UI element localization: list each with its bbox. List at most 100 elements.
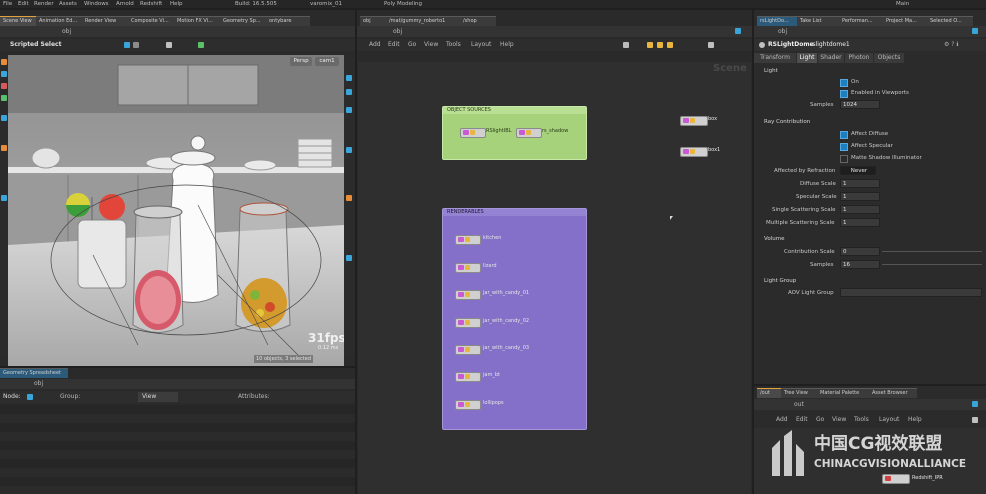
tool-scale-icon[interactable] (1, 95, 7, 101)
network-path[interactable]: obj (393, 28, 402, 36)
object-sources-netbox[interactable]: OBJECT SOURCES RSlightIBL rs_shadow (442, 106, 587, 160)
parm-path[interactable]: obj (778, 28, 787, 36)
out-menu-help[interactable]: Help (908, 416, 922, 424)
display-lights-icon[interactable] (346, 75, 352, 81)
affect-specular-checkbox[interactable] (840, 143, 848, 151)
subtab-light[interactable]: Light (797, 53, 817, 63)
menu-windows[interactable]: Windows (84, 0, 109, 8)
samples-field[interactable]: 1024 (840, 100, 880, 109)
node-lizard[interactable] (455, 263, 481, 273)
tab-render-view[interactable]: Render View (82, 16, 132, 26)
spreadsheet-table[interactable] (0, 405, 355, 494)
view-button[interactable]: View (138, 392, 178, 402)
subtab-shader[interactable]: Shader (818, 53, 844, 63)
node-kitchen[interactable] (455, 235, 481, 245)
desktop-select[interactable]: Poly Modeling (384, 0, 422, 8)
camera-menu[interactable]: cam1 (315, 57, 339, 66)
node-jar-02[interactable] (455, 318, 481, 328)
out-menu-go[interactable]: Go (816, 416, 824, 424)
display-icon[interactable] (198, 42, 204, 48)
tab-motion-fx[interactable]: Motion FX Vi... (174, 16, 224, 26)
tool-rotate-icon[interactable] (1, 83, 7, 89)
node-jam-bt[interactable] (455, 372, 481, 382)
tab-network-shop[interactable]: /shop (460, 16, 496, 26)
out-menu-tools[interactable]: Tools (854, 416, 869, 424)
parm-link-icon[interactable] (972, 28, 978, 34)
tool-view-icon[interactable] (1, 195, 7, 201)
node-jar-03[interactable] (455, 345, 481, 355)
node-box1[interactable] (680, 147, 708, 157)
tool-select-icon[interactable] (1, 59, 7, 65)
menu-render[interactable]: Render (34, 0, 54, 8)
diffuse-scale-field[interactable]: 1 (840, 179, 880, 188)
display-ghost-icon[interactable] (346, 107, 352, 113)
out-menu-view[interactable]: View (832, 416, 846, 424)
network-sticky-icon[interactable] (647, 42, 653, 48)
node-rslightibl[interactable] (460, 128, 486, 138)
out-menu-edit[interactable]: Edit (796, 416, 808, 424)
menu-file[interactable]: File (3, 0, 12, 8)
network-editor[interactable]: Scene OBJECT SOURCES RSlightIBL rs_shado… (358, 62, 751, 494)
affected-by-refraction-menu[interactable]: Never (840, 166, 876, 175)
aov-light-group-field[interactable] (840, 288, 982, 297)
tab-composite-view[interactable]: Composite Vi... (128, 16, 178, 26)
out-menu-add[interactable]: Add (776, 416, 788, 424)
network-layout-icon[interactable] (667, 42, 673, 48)
3d-viewport[interactable]: Persp cam1 31fps 0.12 ms 10 objects, 3 s… (8, 55, 344, 366)
tab-performance[interactable]: Performan... (839, 16, 887, 26)
network-menu-tools[interactable]: Tools (446, 41, 461, 49)
node-jar-01[interactable] (455, 290, 481, 300)
contribution-slider[interactable] (882, 251, 982, 252)
spreadsheet-path[interactable]: obj (34, 380, 43, 388)
network-menu-view[interactable]: View (424, 41, 438, 49)
tab-extra[interactable]: ontybare (266, 16, 310, 26)
tab-geometry-spreadsheet-bottom[interactable]: Geometry Spreadsheet (0, 368, 68, 378)
persp-menu[interactable]: Persp (290, 57, 312, 66)
tab-animation-editor[interactable]: Animation Ed... (36, 16, 86, 26)
menu-redshift[interactable]: Redshift (140, 0, 162, 8)
menu-assets[interactable]: Assets (59, 0, 77, 8)
node-lollipops[interactable] (455, 400, 481, 410)
spreadsheet-mode-icon[interactable] (27, 394, 33, 400)
display-guides-icon[interactable] (346, 195, 352, 201)
subtab-photon[interactable]: Photon (845, 53, 873, 63)
tool-pose-icon[interactable] (1, 145, 7, 151)
node-box[interactable] (680, 116, 708, 126)
transform-icon[interactable] (133, 42, 139, 48)
node-name[interactable]: rslightdome1 (810, 41, 850, 49)
network-menu-help[interactable]: Help (500, 41, 514, 49)
parm-gear-icon[interactable]: ⚙ ? ℹ (944, 41, 959, 49)
tab-scene-view[interactable]: Scene View (0, 16, 40, 26)
network-menu-add[interactable]: Add (369, 41, 381, 49)
network-menu-layout[interactable]: Layout (471, 41, 491, 49)
enabled-viewports-checkbox[interactable] (840, 90, 848, 98)
network-color-icon[interactable] (657, 42, 663, 48)
multiple-scattering-field[interactable]: 1 (840, 218, 880, 227)
tab-material-palette[interactable]: Material Palette (817, 388, 873, 398)
on-checkbox[interactable] (840, 79, 848, 87)
tab-asset-browser[interactable]: Asset Browser (869, 388, 917, 398)
tab-selected-objects[interactable]: Selected O... (927, 16, 973, 26)
display-wire-icon[interactable] (346, 147, 352, 153)
tab-take-list[interactable]: Take List (797, 16, 843, 26)
volume-samples-field[interactable]: 16 (840, 260, 880, 269)
user-desktop[interactable]: Main (896, 0, 909, 8)
network-link-icon[interactable] (735, 28, 741, 34)
out-link-icon[interactable] (972, 401, 978, 407)
tab-geometry-spreadsheet[interactable]: Geometry Sp... (220, 16, 270, 26)
network-menu-edit[interactable]: Edit (388, 41, 400, 49)
viewport-path[interactable]: obj (62, 28, 71, 36)
tool-handle-icon[interactable] (1, 115, 7, 121)
tab-network-mat[interactable]: /mat/gummy_roberto1 (386, 16, 464, 26)
menu-edit[interactable]: Edit (18, 0, 29, 8)
tab-tree-view[interactable]: Tree View (781, 388, 821, 398)
affect-diffuse-checkbox[interactable] (840, 131, 848, 139)
subtab-transform[interactable]: Transform (754, 53, 796, 63)
select-mode-icon[interactable] (124, 42, 130, 48)
display-grid-icon[interactable] (346, 255, 352, 261)
menu-arnold[interactable]: Arnold (116, 0, 134, 8)
network-tool-icon[interactable] (623, 42, 629, 48)
out-grid-icon[interactable] (972, 417, 978, 423)
renderables-netbox[interactable]: RENDERABLES kitchen lizard jar_with_cand… (442, 208, 587, 430)
specular-scale-field[interactable]: 1 (840, 192, 880, 201)
